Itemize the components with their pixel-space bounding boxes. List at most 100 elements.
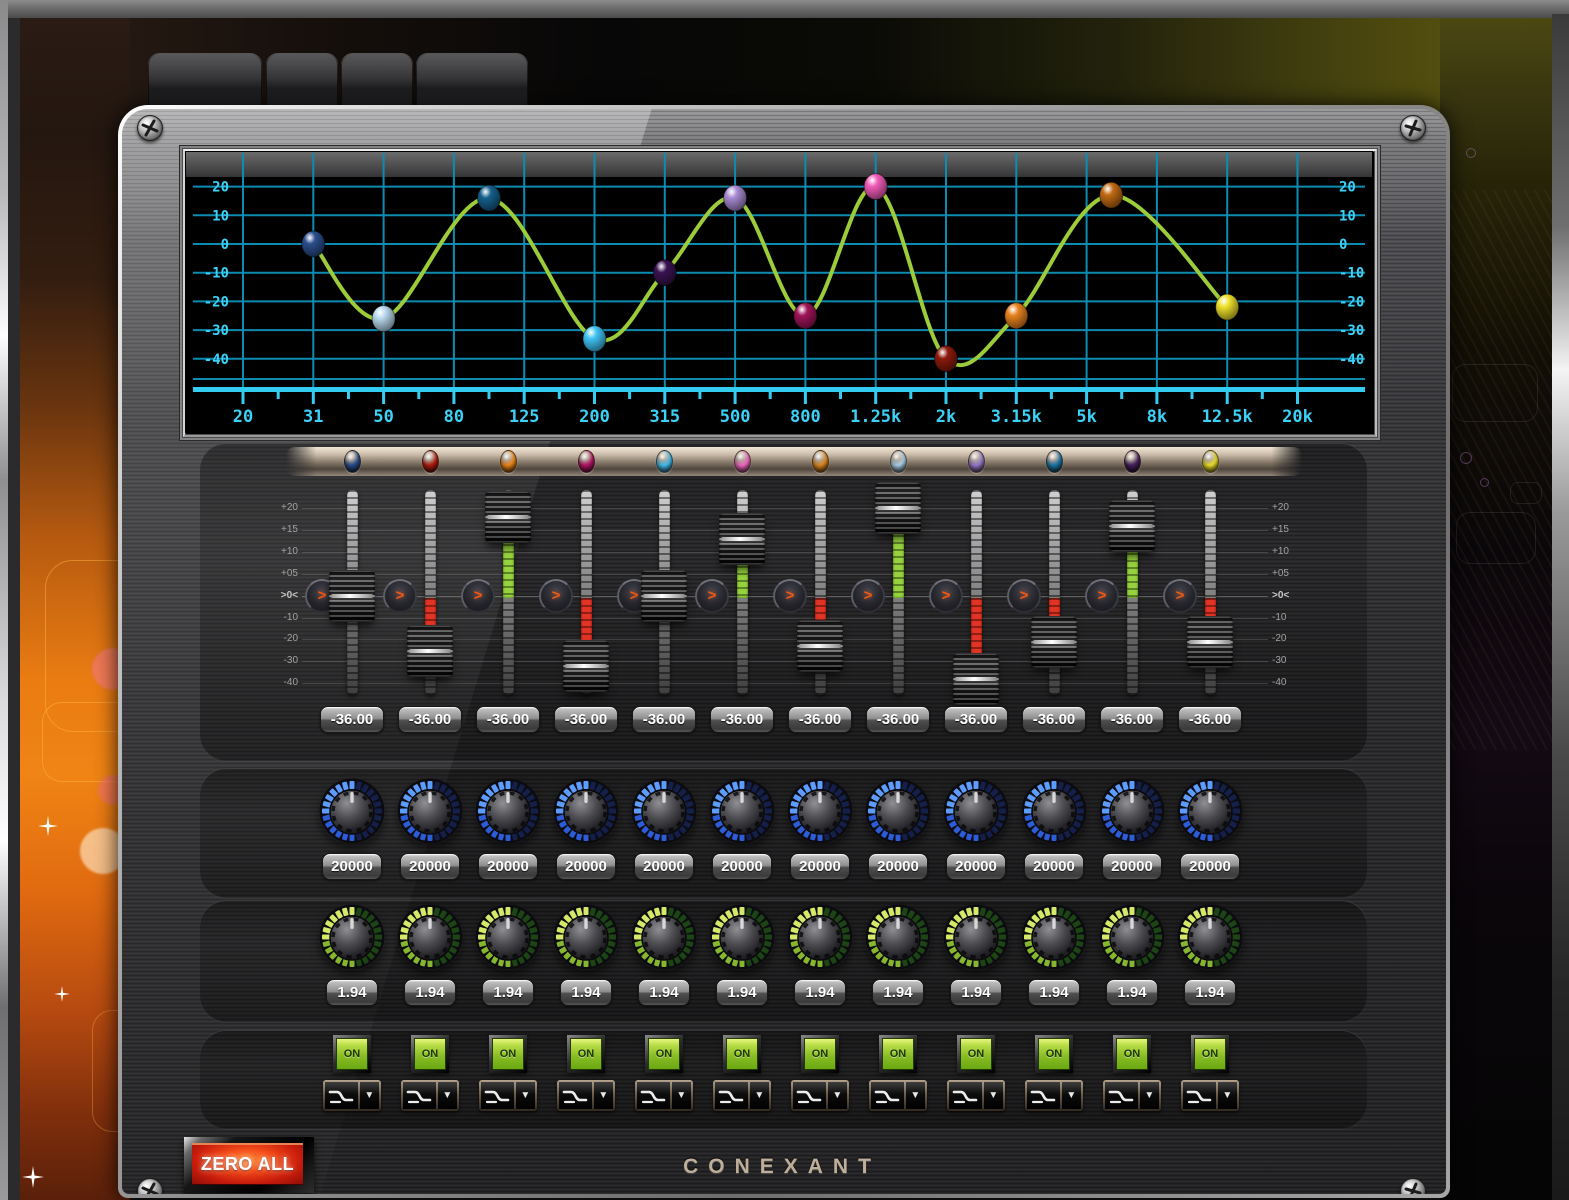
q-value-11[interactable]: 1.94 xyxy=(1106,979,1158,1006)
filter-type-button-7[interactable] xyxy=(793,1082,826,1109)
filter-dropdown-6[interactable]: ▼ xyxy=(749,1082,769,1109)
filter-type-button-9[interactable] xyxy=(949,1082,982,1109)
filter-type-button-6[interactable] xyxy=(715,1082,748,1109)
freq-knob-10[interactable] xyxy=(1021,778,1087,844)
freq-value-10[interactable]: 20000 xyxy=(1024,853,1084,880)
filter-dropdown-2[interactable]: ▼ xyxy=(437,1082,457,1109)
freq-knob-5[interactable] xyxy=(631,778,697,844)
filter-type-button-8[interactable] xyxy=(871,1082,904,1109)
band-on-button-7[interactable]: ON xyxy=(801,1035,839,1073)
gain-value-5[interactable]: -36.00 xyxy=(632,706,696,733)
gain-value-9[interactable]: -36.00 xyxy=(944,706,1008,733)
freq-knob-4[interactable] xyxy=(553,778,619,844)
q-value-10[interactable]: 1.94 xyxy=(1028,979,1080,1006)
filter-dropdown-9[interactable]: ▼ xyxy=(983,1082,1003,1109)
band-on-button-4[interactable]: ON xyxy=(567,1035,605,1073)
band-on-button-12[interactable]: ON xyxy=(1191,1035,1229,1073)
slider-handle-1[interactable] xyxy=(329,570,375,622)
band-on-button-6[interactable]: ON xyxy=(723,1035,761,1073)
slider-handle-7[interactable] xyxy=(797,620,843,672)
q-value-6[interactable]: 1.94 xyxy=(716,979,768,1006)
q-knob-11[interactable] xyxy=(1099,904,1165,970)
eq-node-2[interactable] xyxy=(371,305,396,333)
gain-value-11[interactable]: -36.00 xyxy=(1100,706,1164,733)
slider-handle-11[interactable] xyxy=(1109,500,1155,552)
filter-type-button-11[interactable] xyxy=(1105,1082,1138,1109)
freq-knob-12[interactable] xyxy=(1177,778,1243,844)
gain-value-8[interactable]: -36.00 xyxy=(866,706,930,733)
zero-all-button[interactable]: ZERO ALL xyxy=(184,1137,314,1193)
q-knob-4[interactable] xyxy=(553,904,619,970)
slider-handle-2[interactable] xyxy=(407,625,453,677)
freq-knob-7[interactable] xyxy=(787,778,853,844)
slider-handle-12[interactable] xyxy=(1187,616,1233,668)
slider-handle-8[interactable] xyxy=(875,482,921,534)
band-on-button-5[interactable]: ON xyxy=(645,1035,683,1073)
gain-value-4[interactable]: -36.00 xyxy=(554,706,618,733)
gain-value-10[interactable]: -36.00 xyxy=(1022,706,1086,733)
eq-node-9[interactable] xyxy=(934,345,958,373)
filter-dropdown-10[interactable]: ▼ xyxy=(1061,1082,1081,1109)
q-knob-8[interactable] xyxy=(865,904,931,970)
band-link-button-8[interactable]: > xyxy=(851,579,885,613)
q-value-3[interactable]: 1.94 xyxy=(482,979,534,1006)
band-on-button-10[interactable]: ON xyxy=(1035,1035,1073,1073)
q-knob-1[interactable] xyxy=(319,904,385,970)
q-value-7[interactable]: 1.94 xyxy=(794,979,846,1006)
q-value-5[interactable]: 1.94 xyxy=(638,979,690,1006)
filter-type-button-2[interactable] xyxy=(403,1082,436,1109)
freq-value-11[interactable]: 20000 xyxy=(1102,853,1162,880)
freq-value-9[interactable]: 20000 xyxy=(946,853,1006,880)
eq-node-3[interactable] xyxy=(477,184,501,212)
filter-dropdown-8[interactable]: ▼ xyxy=(905,1082,925,1109)
gain-value-1[interactable]: -36.00 xyxy=(320,706,384,733)
freq-value-8[interactable]: 20000 xyxy=(868,853,928,880)
band-on-button-9[interactable]: ON xyxy=(957,1035,995,1073)
gain-value-6[interactable]: -36.00 xyxy=(710,706,774,733)
gain-value-7[interactable]: -36.00 xyxy=(788,706,852,733)
band-link-button-9[interactable]: > xyxy=(929,579,963,613)
q-knob-2[interactable] xyxy=(397,904,463,970)
eq-node-8[interactable] xyxy=(863,173,888,201)
band-on-button-1[interactable]: ON xyxy=(333,1035,371,1073)
eq-node-10[interactable] xyxy=(1004,302,1029,330)
slider-handle-6[interactable] xyxy=(719,513,765,565)
q-value-9[interactable]: 1.94 xyxy=(950,979,1002,1006)
band-on-button-8[interactable]: ON xyxy=(879,1035,917,1073)
gain-value-12[interactable]: -36.00 xyxy=(1178,706,1242,733)
q-knob-3[interactable] xyxy=(475,904,541,970)
freq-value-4[interactable]: 20000 xyxy=(556,853,616,880)
freq-knob-3[interactable] xyxy=(475,778,541,844)
q-value-1[interactable]: 1.94 xyxy=(326,979,378,1006)
freq-knob-1[interactable] xyxy=(319,778,385,844)
q-knob-9[interactable] xyxy=(943,904,1009,970)
eq-node-1[interactable] xyxy=(301,230,326,258)
freq-value-5[interactable]: 20000 xyxy=(634,853,694,880)
filter-dropdown-3[interactable]: ▼ xyxy=(515,1082,535,1109)
q-knob-10[interactable] xyxy=(1021,904,1087,970)
band-link-button-6[interactable]: > xyxy=(695,579,729,613)
freq-knob-6[interactable] xyxy=(709,778,775,844)
q-knob-12[interactable] xyxy=(1177,904,1243,970)
q-value-2[interactable]: 1.94 xyxy=(404,979,456,1006)
band-on-button-11[interactable]: ON xyxy=(1113,1035,1151,1073)
gain-value-3[interactable]: -36.00 xyxy=(476,706,540,733)
band-on-button-2[interactable]: ON xyxy=(411,1035,449,1073)
filter-dropdown-5[interactable]: ▼ xyxy=(671,1082,691,1109)
slider-handle-3[interactable] xyxy=(485,491,531,543)
q-value-8[interactable]: 1.94 xyxy=(872,979,924,1006)
eq-node-12[interactable] xyxy=(1215,293,1240,321)
slider-handle-10[interactable] xyxy=(1031,616,1077,668)
slider-handle-9[interactable] xyxy=(953,653,999,705)
filter-type-button-12[interactable] xyxy=(1183,1082,1216,1109)
filter-type-button-1[interactable] xyxy=(325,1082,358,1109)
q-knob-6[interactable] xyxy=(709,904,775,970)
filter-type-button-3[interactable] xyxy=(481,1082,514,1109)
filter-dropdown-12[interactable]: ▼ xyxy=(1217,1082,1237,1109)
slider-handle-5[interactable] xyxy=(641,570,687,622)
q-knob-5[interactable] xyxy=(631,904,697,970)
filter-dropdown-11[interactable]: ▼ xyxy=(1139,1082,1159,1109)
freq-value-12[interactable]: 20000 xyxy=(1180,853,1240,880)
freq-knob-2[interactable] xyxy=(397,778,463,844)
gain-value-2[interactable]: -36.00 xyxy=(398,706,462,733)
